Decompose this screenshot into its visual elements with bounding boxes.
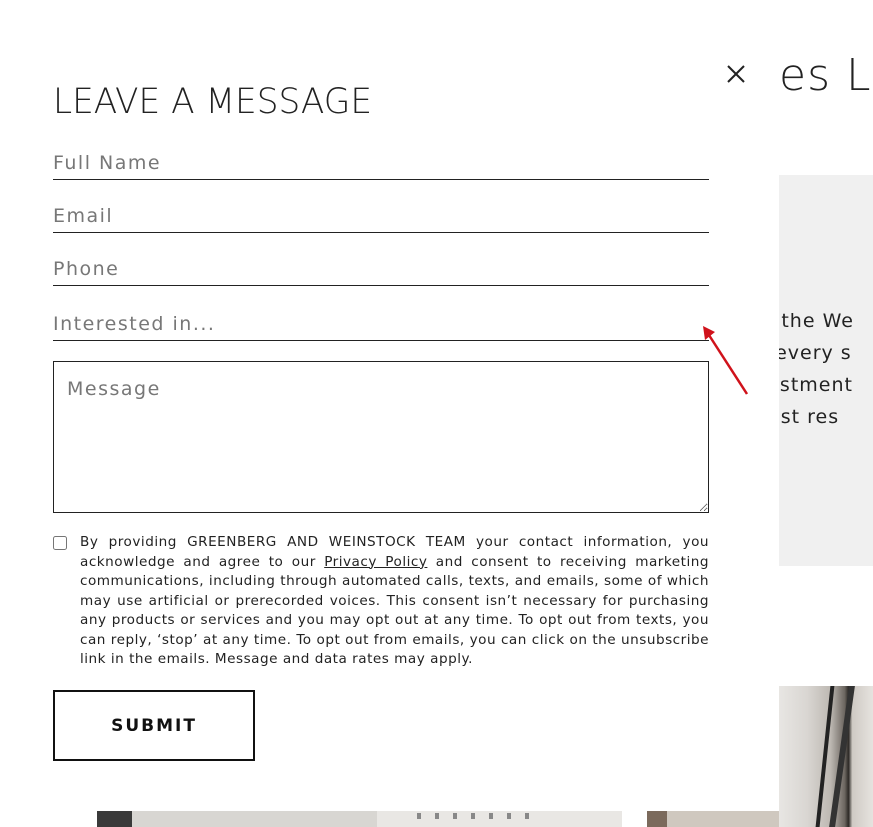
red-arrow-icon — [703, 326, 749, 395]
submit-button[interactable]: SUBMIT — [53, 690, 255, 761]
phone-input[interactable] — [53, 252, 709, 286]
email-input[interactable] — [53, 199, 709, 233]
background-text-line: n every s — [775, 342, 852, 364]
consent-text-part: and consent to receiving marketing commu… — [80, 553, 709, 668]
photo-detail — [417, 813, 537, 819]
background-heading: es L — [779, 50, 872, 101]
photo-detail — [829, 686, 855, 827]
background-text: in the We n every s vestment best res — [775, 305, 873, 433]
close-button[interactable] — [722, 60, 750, 88]
consent-text: By providing GREENBERG AND WEINSTOCK TEA… — [80, 533, 709, 670]
background-photo-room — [647, 811, 779, 827]
message-textarea[interactable] — [53, 361, 709, 513]
privacy-policy-link[interactable]: Privacy Policy — [324, 554, 427, 570]
modal-title: LEAVE A MESSAGE — [53, 82, 373, 122]
close-icon — [727, 65, 745, 83]
consent-checkbox[interactable] — [53, 536, 67, 550]
background-text-line: best res — [775, 406, 840, 428]
background-text-line: vestment — [775, 374, 853, 396]
background-text-line: in the We — [775, 310, 854, 332]
background-photo-interior — [779, 686, 873, 827]
leave-message-modal: LEAVE A MESSAGE By providing GREENBERG A… — [0, 0, 779, 811]
full-name-input[interactable] — [53, 146, 709, 180]
interested-in-input[interactable] — [53, 307, 709, 341]
background-photo-kitchen — [97, 811, 622, 827]
